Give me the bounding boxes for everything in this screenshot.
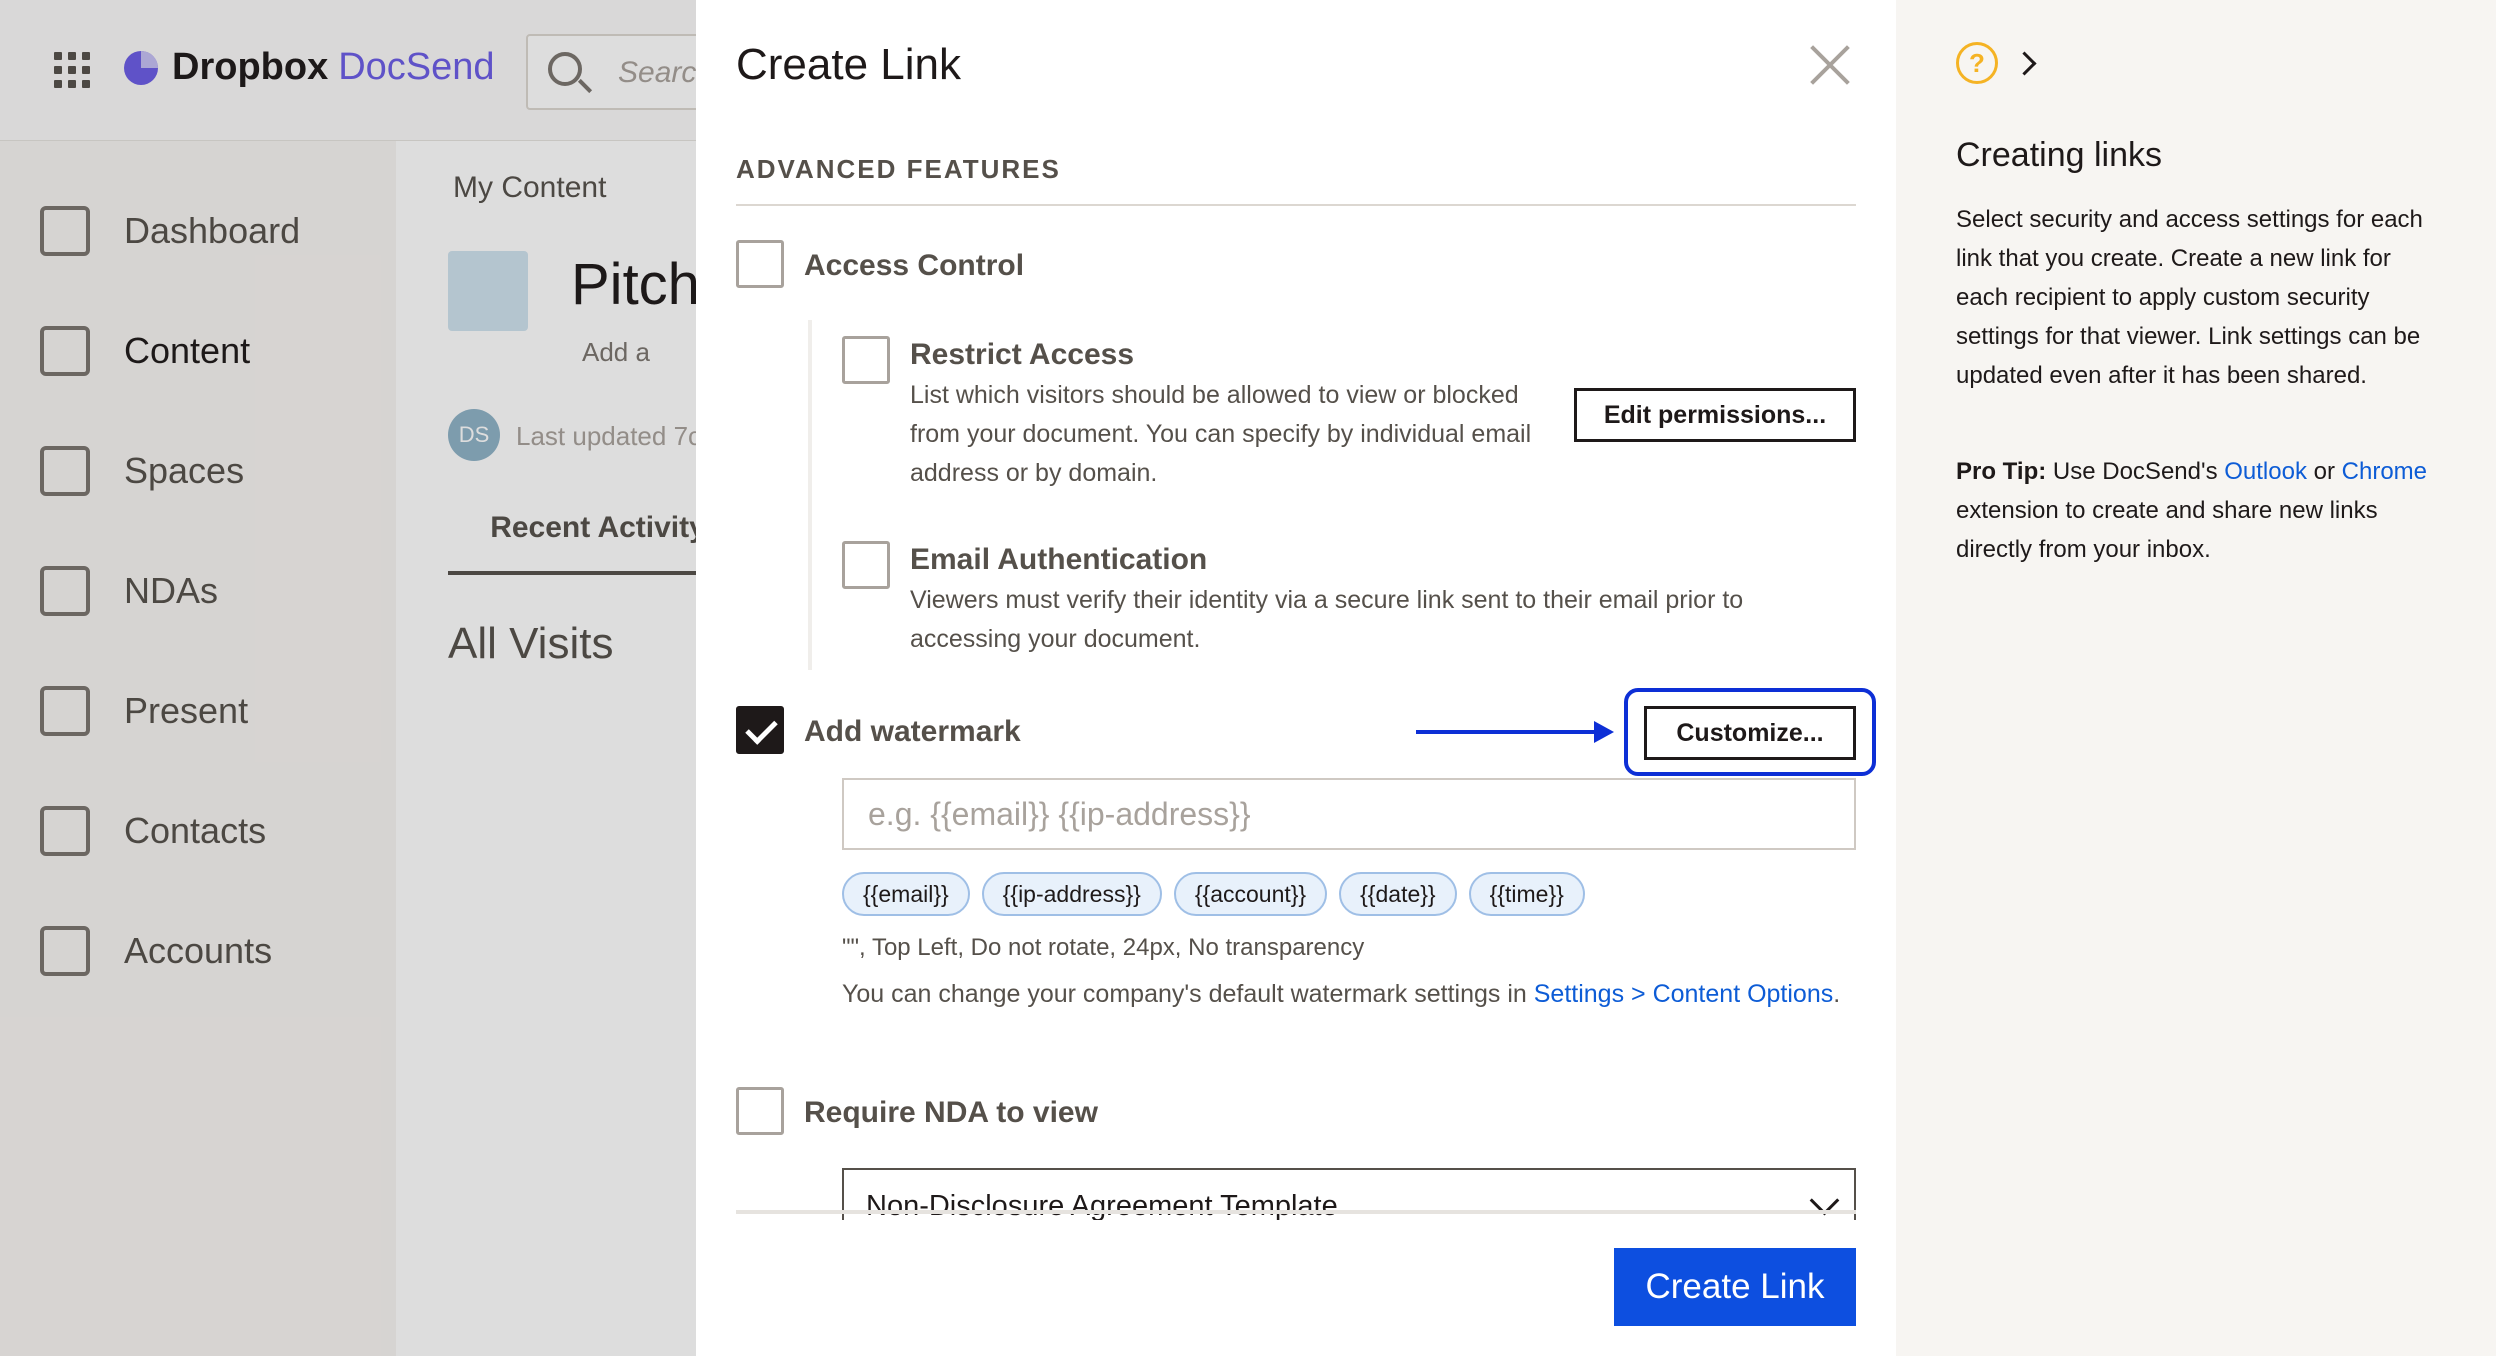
chevron-right-icon[interactable] [2012, 51, 2037, 76]
highlight-arrow-head [1594, 721, 1614, 743]
restrict-access-description: List which visitors should be allowed to… [910, 381, 1532, 487]
token-account[interactable]: {{account}} [1173, 872, 1328, 916]
create-link-modal: Create Link ADVANCED FEATURES Access Con… [696, 0, 1896, 1356]
access-control-indent [808, 320, 812, 670]
help-icon[interactable]: ? [1956, 42, 1998, 84]
modal-title: Create Link [736, 40, 962, 89]
email-authentication-description: Viewers must verify their identity via a… [910, 586, 1744, 653]
highlight-arrow [1416, 730, 1596, 734]
nda-selected-value: Non-Disclosure Agreement Template [866, 1190, 1338, 1220]
close-icon[interactable] [1810, 45, 1850, 85]
outlook-link[interactable]: Outlook [2224, 458, 2307, 485]
require-nda-checkbox[interactable] [736, 1087, 784, 1135]
restrict-access-label: Restrict Access [910, 338, 1135, 371]
pro-tip-text: or [2306, 458, 2342, 485]
help-title: Creating links [1956, 136, 2162, 174]
watermark-token-list: {{email}} {{ip-address}} {{account}} {{d… [842, 872, 1585, 916]
email-authentication-checkbox[interactable] [842, 541, 890, 589]
help-panel: ? Creating links Select security and acc… [1896, 0, 2496, 1356]
chrome-link[interactable]: Chrome [2342, 458, 2427, 485]
add-watermark-label: Add watermark [804, 715, 1021, 748]
access-control-checkbox[interactable] [736, 240, 784, 288]
token-email[interactable]: {{email}} [842, 872, 970, 916]
token-ip-address[interactable]: {{ip-address}} [981, 872, 1162, 916]
watermark-settings-note: You can change your company's default wa… [842, 974, 1842, 1014]
pro-tip-label: Pro Tip: [1956, 458, 2047, 485]
help-body: Select security and access settings for … [1956, 206, 2423, 389]
create-link-button[interactable]: Create Link [1614, 1248, 1856, 1326]
require-nda-label: Require NDA to view [804, 1096, 1098, 1129]
watermark-settings-summary: "", Top Left, Do not rotate, 24px, No tr… [842, 934, 1365, 961]
restrict-access-checkbox[interactable] [842, 336, 890, 384]
watermark-note-text: You can change your company's default wa… [842, 980, 1534, 1008]
token-date[interactable]: {{date}} [1339, 872, 1457, 916]
email-authentication-label: Email Authentication [910, 543, 1208, 576]
pro-tip-text: Use DocSend's [2046, 458, 2225, 485]
access-control-label: Access Control [804, 249, 1025, 282]
watermark-note-suffix: . [1833, 980, 1841, 1008]
watermark-text-input[interactable] [842, 778, 1856, 850]
settings-content-options-link[interactable]: Settings > Content Options [1534, 980, 1834, 1008]
token-time[interactable]: {{time}} [1468, 872, 1585, 916]
pro-tip-text: extension to create and share new links … [1956, 497, 2378, 563]
advanced-features-heading: ADVANCED FEATURES [736, 154, 1061, 184]
customize-watermark-button[interactable]: Customize... [1644, 706, 1856, 760]
help-pro-tip: Pro Tip: Use DocSend's Outlook or Chrome… [1956, 452, 2446, 569]
edit-permissions-button[interactable]: Edit permissions... [1574, 388, 1856, 442]
footer-divider [736, 1210, 1856, 1214]
section-divider [736, 204, 1856, 206]
add-watermark-checkbox[interactable] [736, 706, 784, 754]
